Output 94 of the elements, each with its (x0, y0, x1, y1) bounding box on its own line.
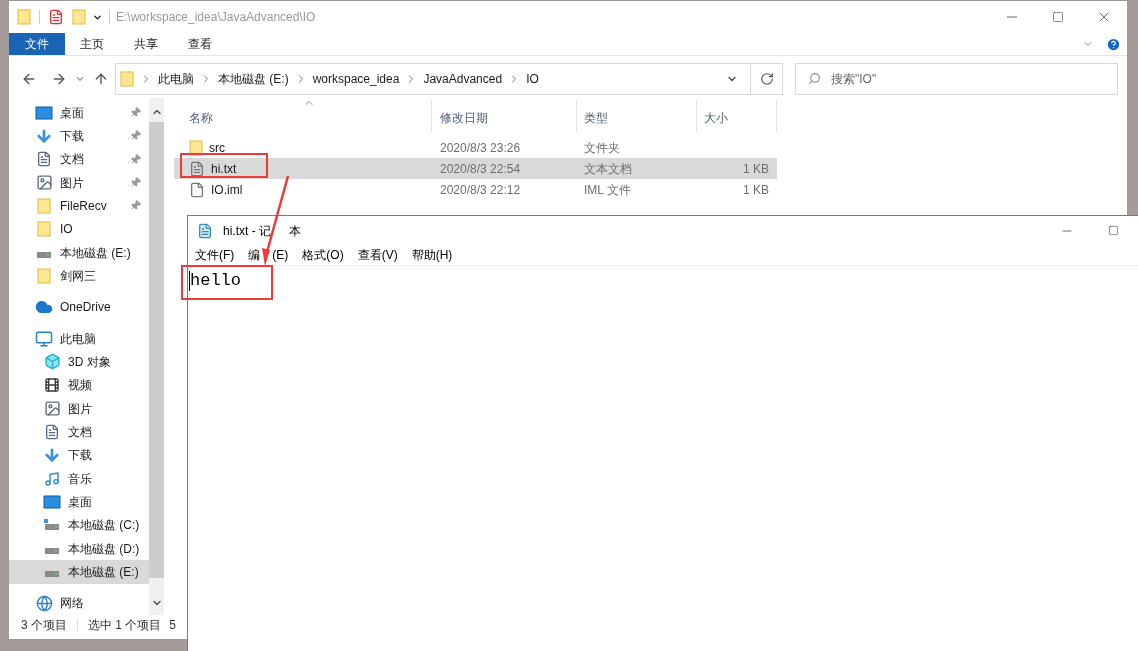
sidebar-item[interactable]: 视频 (9, 373, 149, 397)
document-icon (44, 423, 60, 440)
modified-date: 2020/8/3 22:54 (440, 161, 521, 176)
selection-size: 5 (169, 617, 177, 634)
sidebar-item[interactable]: 下载 (9, 443, 149, 467)
column-header[interactable]: 修改日期 (432, 100, 577, 132)
sidebar-item[interactable]: IO (9, 217, 149, 241)
maximize-icon[interactable] (1107, 225, 1119, 236)
sidebar-item[interactable]: 音乐 (9, 466, 149, 491)
menu-item[interactable]: 帮助(H) (411, 246, 453, 264)
file-row[interactable]: IO.iml 2020/8/3 22:12 IML 文件 1 KB (174, 179, 777, 200)
file-type: 文本文档 (584, 161, 632, 176)
refresh-icon[interactable] (759, 71, 774, 86)
sidebar-item[interactable]: 本地磁盘 (E:) (9, 240, 149, 265)
ribbon-tab[interactable]: 主页 (65, 33, 119, 55)
selection-count: 选中 1 个项目 (88, 617, 162, 634)
sidebar-item[interactable]: 图片 (9, 396, 149, 421)
menu-item[interactable]: 查看(V) (357, 246, 398, 264)
notepad-icon (197, 222, 213, 239)
sidebar-item[interactable]: 桌面 (9, 101, 149, 125)
sidebar-item[interactable]: 3D 对象 (9, 350, 149, 374)
breadcrumb[interactable]: workspace_idea (312, 69, 400, 88)
column-header[interactable]: 类型 (577, 100, 697, 132)
breadcrumb[interactable]: 此电脑 (158, 69, 194, 88)
search-icon (808, 72, 821, 85)
picture-icon (35, 174, 53, 192)
document-icon (36, 151, 52, 168)
sidebar-item[interactable]: 此电脑 (9, 326, 149, 351)
folder-icon (37, 197, 51, 214)
breadcrumb[interactable]: JavaAdvanced (423, 69, 503, 88)
modified-date: 2020/8/3 22:12 (440, 182, 521, 197)
text-area[interactable]: hello (189, 271, 241, 291)
sidebar-item[interactable]: 本地磁盘 (E:) (9, 560, 149, 584)
menu-item[interactable]: 格式(O) (302, 246, 344, 264)
file-name: hi.txt (211, 160, 237, 178)
sidebar-item[interactable]: 本地磁盘 (C:) (9, 513, 149, 537)
window-title: 本 (289, 222, 301, 240)
breadcrumb[interactable]: 本地磁盘 (E:) (218, 69, 289, 88)
properties-icon[interactable] (48, 9, 64, 25)
file-name: IO.iml (211, 181, 243, 199)
globe-icon (35, 594, 53, 612)
text-file-icon (189, 160, 205, 177)
breadcrumb[interactable]: IO (526, 69, 539, 88)
sidebar-item[interactable]: 下载 (9, 124, 149, 148)
sidebar-item[interactable]: 本地磁盘 (D:) (9, 536, 149, 561)
picture-icon (43, 400, 61, 418)
file-name: src (209, 139, 225, 157)
menu-item[interactable]: (E) (272, 246, 289, 264)
sidebar-item[interactable]: 剑网三 (9, 264, 149, 288)
film-icon (44, 377, 60, 394)
location-folder-icon (120, 70, 134, 87)
search-field[interactable]: 搜索"IO" (795, 62, 1118, 95)
file-icon (189, 181, 205, 198)
ribbon-tab[interactable]: 查看 (173, 33, 227, 55)
file-menu-tab[interactable]: 文件 (9, 33, 65, 55)
address-bar[interactable]: 此电脑 本地磁盘 (E:) workspace_idea JavaAdvanced IO (115, 62, 751, 95)
column-header[interactable]: 名称 (174, 100, 432, 132)
folder-icon (37, 221, 51, 238)
menu-item[interactable]: 文件(F) (195, 246, 235, 264)
help-icon[interactable] (1106, 36, 1121, 52)
sidebar-item[interactable]: 文档 (9, 147, 149, 171)
window-title: E:\workspace_idea\JavaAdvanced\IO (116, 9, 316, 26)
sidebar-item[interactable]: 网络 (9, 591, 149, 615)
window-title: hi.txt - 记 (223, 222, 271, 240)
file-type: IML 文件 (584, 182, 631, 197)
menu-item[interactable]: 编 (248, 246, 261, 264)
new-folder-icon (72, 9, 86, 25)
folder-icon (37, 267, 51, 284)
music-note-icon (44, 470, 60, 487)
file-row[interactable]: src 2020/8/3 23:26 文件夹 (174, 137, 777, 158)
refresh-button[interactable] (751, 62, 783, 95)
column-header[interactable]: 大小 (697, 100, 777, 132)
download-arrow-icon (35, 127, 53, 145)
cube-icon (43, 353, 61, 371)
maximize-icon[interactable] (1052, 11, 1064, 23)
desktop-icon (35, 105, 53, 120)
sidebar-item[interactable]: 桌面 (9, 490, 149, 514)
modified-date: 2020/8/3 23:26 (440, 140, 521, 155)
monitor-icon (35, 329, 53, 348)
ribbon-tab[interactable]: 共享 (119, 33, 173, 55)
sidebar-item[interactable]: OneDrive (9, 295, 149, 319)
drive-icon (44, 519, 60, 532)
file-row[interactable]: hi.txt 2020/8/3 22:54 文本文档 1 KB (174, 158, 777, 179)
file-size: 1 KB (743, 160, 769, 178)
desktop-icon (43, 494, 61, 509)
sidebar-item[interactable]: FileRecv (9, 194, 149, 218)
sidebar-item[interactable]: 图片 (9, 171, 149, 195)
folder-icon (189, 139, 203, 156)
sidebar-item[interactable]: 文档 (9, 420, 149, 444)
file-type: 文件夹 (584, 140, 620, 155)
search-input[interactable]: 搜索"IO" (831, 69, 1071, 88)
file-size: 1 KB (743, 181, 769, 199)
item-count: 3 个项目 (21, 617, 67, 634)
quick-folder-icon (17, 9, 31, 25)
